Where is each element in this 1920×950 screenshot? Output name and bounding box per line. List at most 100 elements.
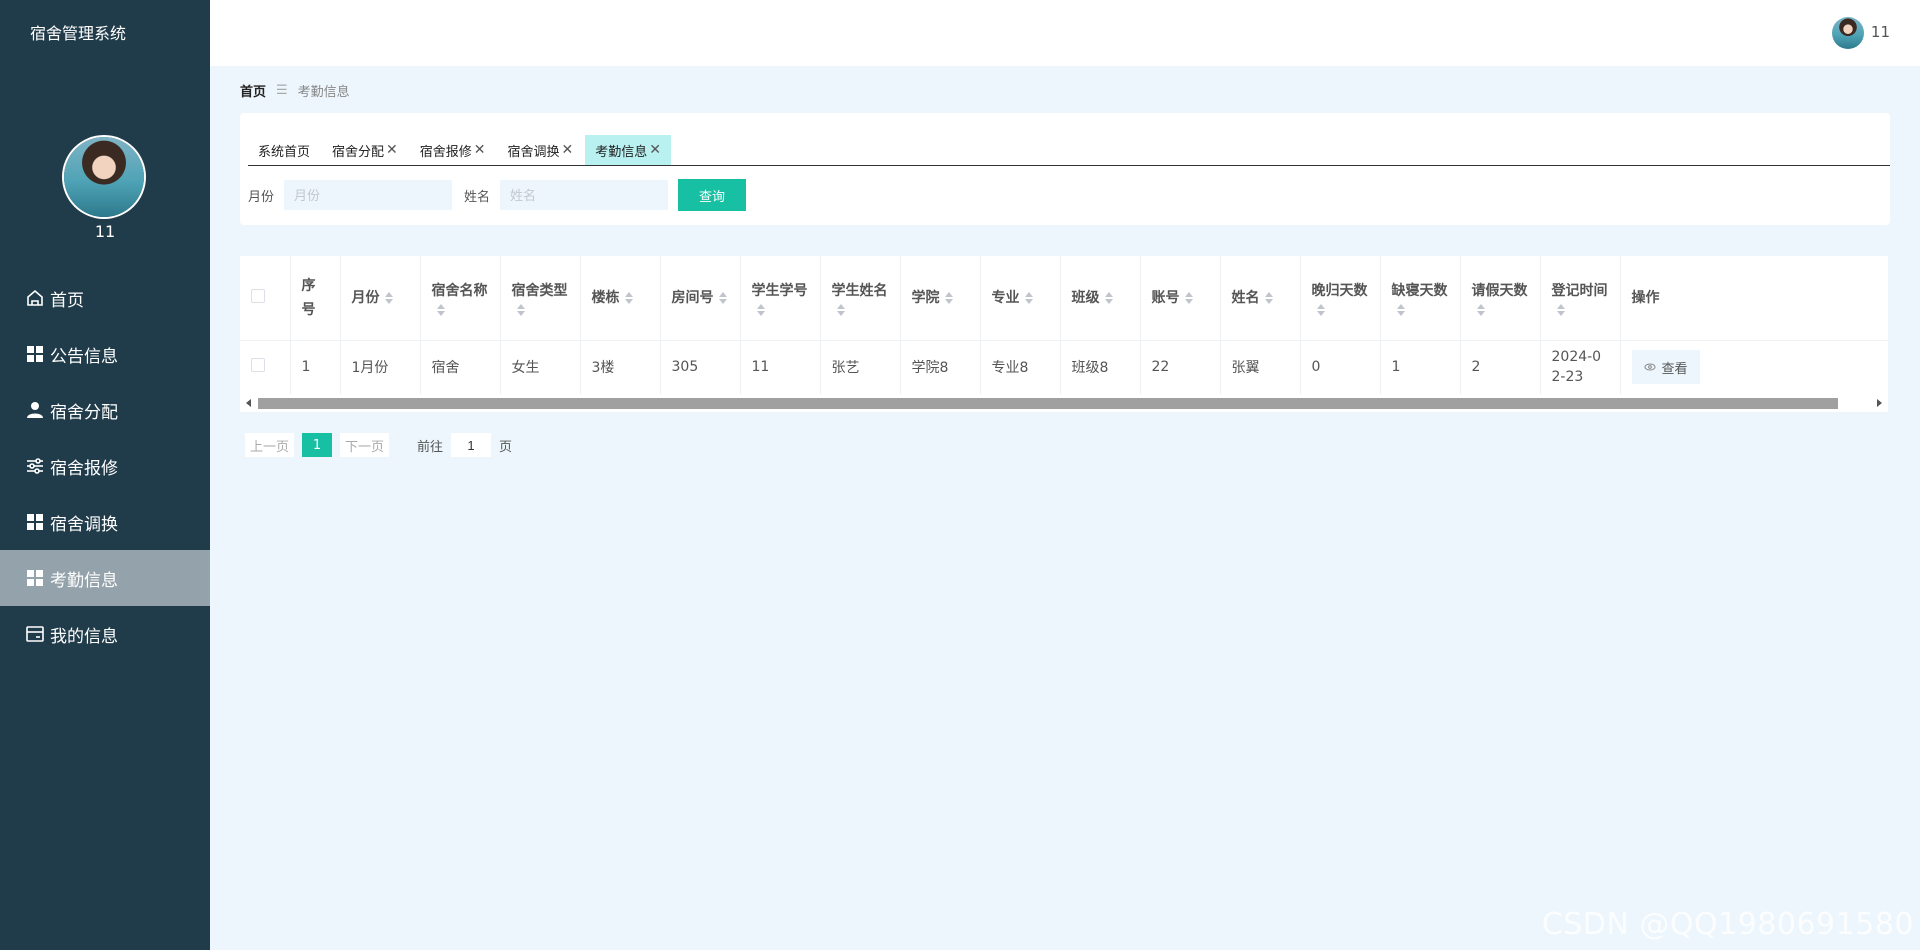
header-username[interactable]: 11 — [1871, 23, 1890, 41]
breadcrumb-separator-icon: ☰ — [276, 83, 288, 98]
goto-label: 前往 — [417, 439, 444, 455]
column-header[interactable]: 宿舍名称 — [420, 256, 501, 341]
sliders-icon — [24, 455, 46, 477]
month-input[interactable] — [284, 180, 453, 210]
watermark: CSDN @QQ1980691580 — [1541, 907, 1914, 942]
goto-page-input[interactable] — [451, 433, 492, 457]
column-header[interactable]: 房间号 — [660, 256, 741, 341]
close-icon[interactable]: ✕ — [562, 142, 574, 158]
tab-dorm-swap[interactable]: 宿舍调换 ✕ — [498, 135, 584, 165]
sort-icon[interactable] — [1264, 291, 1275, 305]
column-header[interactable]: 学生学号 — [740, 256, 821, 341]
table-cell: 张艺 — [820, 340, 901, 394]
tab-label: 考勤信息 — [595, 144, 648, 160]
column-header[interactable]: 账号 — [1140, 256, 1221, 341]
column-header[interactable]: 学生姓名 — [820, 256, 901, 341]
tab-dorm-repair[interactable]: 宿舍报修 ✕ — [410, 135, 496, 165]
prev-page-button[interactable]: 上一页 — [245, 433, 295, 457]
table-cell: 2024-02-23 — [1540, 340, 1621, 394]
horizontal-scrollbar[interactable] — [240, 396, 1888, 412]
sort-icon[interactable] — [1024, 291, 1035, 305]
sort-icon[interactable] — [1104, 291, 1115, 305]
scrollbar-thumb[interactable] — [258, 398, 1838, 409]
column-header[interactable]: 月份 — [340, 256, 421, 341]
column-header[interactable]: 班级 — [1060, 256, 1141, 341]
table-cell: 女生 — [500, 340, 581, 394]
scroll-right-icon[interactable] — [1877, 399, 1882, 407]
sort-icon[interactable] — [384, 291, 395, 305]
page-unit-label: 页 — [499, 439, 513, 455]
next-page-button[interactable]: 下一页 — [340, 433, 390, 457]
column-header: 操作 — [1620, 256, 1888, 341]
sort-icon[interactable] — [1476, 303, 1487, 317]
month-label: 月份 — [248, 189, 275, 205]
sidebar-menu: 首页 公告信息 宿舍分配 宿舍报修 宿舍调换 考勤信息 我的信息 — [0, 270, 210, 662]
column-header-label: 账号 — [1151, 289, 1180, 306]
avatar[interactable] — [1832, 17, 1864, 49]
sidebar-item-label: 宿舍调换 — [50, 514, 118, 535]
page-number-current[interactable]: 1 — [302, 433, 333, 457]
breadcrumb: 首页 ☰ 考勤信息 — [240, 81, 350, 100]
column-header[interactable]: 姓名 — [1220, 256, 1301, 341]
column-header-label: 姓名 — [1231, 289, 1260, 306]
sidebar-item-label: 宿舍分配 — [50, 402, 118, 423]
table-row: 1 1月份 宿舍 女生 3楼 305 11 张艺 学院8 专业8 班级8 22 张翼 0 1 2 2024-02… — [240, 340, 1888, 394]
close-icon[interactable]: ✕ — [649, 142, 661, 158]
table-cell: 1 — [1380, 340, 1461, 394]
tab-attendance[interactable]: 考勤信息 ✕ — [585, 135, 672, 165]
tab-label: 宿舍报修 — [419, 144, 472, 160]
column-header[interactable]: 请假天数 — [1460, 256, 1541, 341]
column-header[interactable]: 登记时间 — [1540, 256, 1621, 341]
table-cell: 305 — [660, 340, 741, 394]
column-header[interactable]: 缺寝天数 — [1380, 256, 1461, 341]
column-header[interactable]: 楼栋 — [580, 256, 661, 341]
sidebar-item-dorm-repair[interactable]: 宿舍报修 — [0, 438, 210, 494]
column-header-label: 登记时间 — [1551, 282, 1608, 299]
search-button[interactable]: 查询 — [678, 179, 747, 211]
sort-icon[interactable] — [836, 303, 847, 317]
sidebar: 宿舍管理系统 11 首页 公告信息 宿舍分配 宿舍报修 宿舍调换 考勤信息 我的… — [0, 0, 210, 950]
profile-name: 11 — [94, 222, 116, 241]
select-all-checkbox[interactable] — [251, 288, 265, 303]
sort-icon[interactable] — [1556, 303, 1567, 317]
sidebar-item-dorm-swap[interactable]: 宿舍调换 — [0, 494, 210, 550]
sort-icon[interactable] — [516, 303, 527, 317]
sort-icon[interactable] — [756, 303, 767, 317]
sort-icon[interactable] — [624, 291, 635, 305]
close-icon[interactable]: ✕ — [386, 142, 398, 158]
sidebar-item-label: 宿舍报修 — [50, 458, 118, 479]
sort-icon[interactable] — [718, 291, 729, 305]
row-checkbox[interactable] — [251, 358, 265, 373]
app-title: 宿舍管理系统 — [30, 24, 127, 43]
sort-icon[interactable] — [944, 291, 955, 305]
sidebar-item-my-info[interactable]: 我的信息 — [0, 606, 210, 662]
profile-avatar — [64, 137, 144, 217]
column-header[interactable]: 晚归天数 — [1300, 256, 1381, 341]
tab-label: 宿舍调换 — [507, 144, 560, 160]
table-cell: 2 — [1460, 340, 1541, 394]
name-input[interactable] — [500, 180, 669, 210]
sidebar-item-home[interactable]: 首页 — [0, 270, 210, 326]
filter-panel: 系统首页 宿舍分配 ✕ 宿舍报修 ✕ 宿舍调换 ✕ 考勤信息 ✕ 月份 姓名 查… — [240, 113, 1890, 225]
sidebar-item-dorm-assignment[interactable]: 宿舍分配 — [0, 382, 210, 438]
close-icon[interactable]: ✕ — [474, 142, 486, 158]
column-header[interactable]: 学院 — [900, 256, 981, 341]
sidebar-item-announcements[interactable]: 公告信息 — [0, 326, 210, 382]
table-cell: 1 — [290, 340, 341, 394]
sort-icon[interactable] — [436, 303, 447, 317]
tab-system-home[interactable]: 系统首页 — [248, 135, 320, 165]
column-header[interactable]: 专业 — [980, 256, 1061, 341]
column-header-label: 班级 — [1071, 289, 1100, 306]
sort-icon[interactable] — [1184, 291, 1195, 305]
scroll-left-icon[interactable] — [246, 399, 251, 407]
sort-icon[interactable] — [1396, 303, 1407, 317]
sort-icon[interactable] — [1316, 303, 1327, 317]
table-body: 1 1月份 宿舍 女生 3楼 305 11 张艺 学院8 专业8 班级8 22 张翼 0 1 2 2024-02… — [240, 340, 1888, 394]
table-cell: 班级8 — [1060, 340, 1141, 394]
column-header-label: 宿舍名称 — [431, 282, 488, 299]
view-button[interactable]: 查看 — [1631, 350, 1700, 385]
tab-dorm-assignment[interactable]: 宿舍分配 ✕ — [322, 135, 408, 165]
breadcrumb-home[interactable]: 首页 — [240, 81, 266, 100]
column-header[interactable]: 宿舍类型 — [500, 256, 581, 341]
sidebar-item-attendance[interactable]: 考勤信息 — [0, 550, 210, 606]
